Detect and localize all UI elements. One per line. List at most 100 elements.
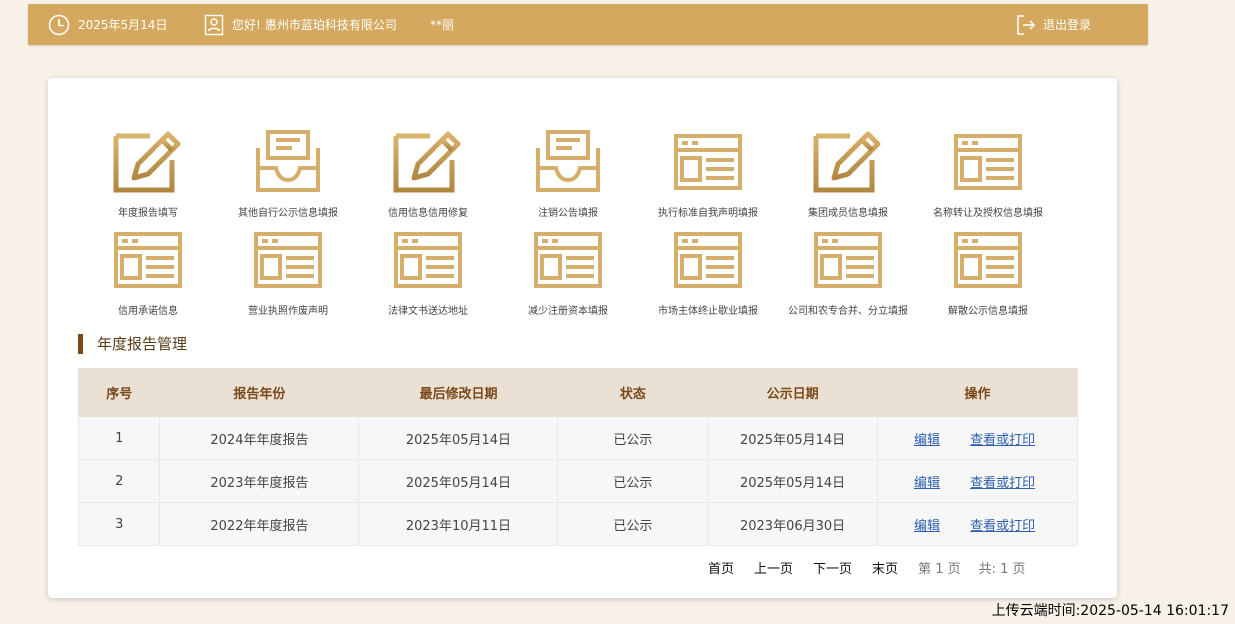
column-header: 序号 (77, 368, 161, 417)
form-icon (498, 226, 638, 292)
menu-tile[interactable]: 市场主体终止歇业填报 (638, 226, 778, 324)
view-print-link[interactable]: 查看或打印 (970, 433, 1035, 448)
menu-tile-label: 法律文书送达地址 (388, 306, 468, 317)
company-name: 惠州市蓝珀科技有限公司 (264, 18, 397, 32)
current-page-info: 第 1 页 (918, 562, 961, 577)
menu-tile[interactable]: 信用承诺信息 (78, 226, 218, 324)
service-menu-grid: 年度报告填写 其他自行公示信息填报 信用信息信用修复 注销公告填报 执行标准自我声明填报… (78, 128, 1088, 324)
user-greeting: 您好! 惠州市蓝珀科技有限公司 (204, 4, 397, 45)
report-year: 2024年年度报告 (159, 416, 360, 460)
status: 已公示 (557, 502, 709, 546)
menu-tile[interactable]: 减少注册资本填报 (498, 226, 638, 324)
last-page-button[interactable]: 末页 (872, 558, 898, 577)
menu-tile[interactable]: 公司和农专合并、分立填报 (778, 226, 918, 324)
publish-date: 2025年05月14日 (707, 459, 878, 503)
form-icon (778, 226, 918, 292)
table-row: 2 2023年年度报告 2025年05月14日 已公示 2025年05月14日 … (77, 459, 1079, 503)
edit-link[interactable]: 编辑 (914, 433, 940, 448)
form-icon (218, 226, 358, 292)
menu-tile[interactable]: 年度报告填写 (78, 128, 218, 226)
current-date: 2025年5月14日 (78, 18, 168, 32)
top-header-bar: 2025年5月14日 您好! 惠州市蓝珀科技有限公司 **丽 退出登录 (28, 4, 1148, 45)
menu-tile[interactable]: 营业执照作废声明 (218, 226, 358, 324)
next-page-button[interactable]: 下一页 (813, 558, 852, 577)
form-icon (78, 226, 218, 292)
edit-icon (778, 128, 918, 194)
view-print-link[interactable]: 查看或打印 (970, 476, 1035, 491)
menu-tile[interactable]: 集团成员信息填报 (778, 128, 918, 226)
first-page-button[interactable]: 首页 (708, 558, 734, 577)
menu-tile-label: 减少注册资本填报 (528, 306, 608, 317)
form-icon (918, 226, 1058, 292)
row-number: 1 (77, 416, 161, 460)
date-display: 2025年5月14日 (48, 4, 167, 45)
user-masked-name: **丽 (430, 18, 455, 32)
section-title: 年度报告管理 (78, 334, 187, 354)
menu-tile[interactable]: 执行标准自我声明填报 (638, 128, 778, 226)
tray-icon (218, 128, 358, 194)
menu-tile-label: 名称转让及授权信息填报 (933, 208, 1043, 219)
menu-tile-label: 营业执照作废声明 (248, 306, 328, 317)
menu-tile-label: 其他自行公示信息填报 (238, 208, 338, 219)
status: 已公示 (557, 459, 709, 503)
operations-cell: 编辑 查看或打印 (876, 459, 1079, 503)
modified-date: 2023年10月11日 (358, 502, 559, 546)
user-badge-icon (204, 14, 232, 36)
operations-cell: 编辑 查看或打印 (876, 502, 1079, 546)
upload-time-stamp: 上传云端时间:2025-05-14 16:01:17 (991, 603, 1229, 619)
menu-tile-label: 信用信息信用修复 (388, 208, 468, 219)
column-header: 最后修改日期 (358, 368, 559, 417)
menu-tile-label: 解散公示信息填报 (948, 306, 1028, 317)
report-year: 2022年年度报告 (159, 502, 360, 546)
table-header-row: 序号 报告年份 最后修改日期 状态 公示日期 操作 (77, 368, 1079, 417)
edit-icon (358, 128, 498, 194)
tray-icon (498, 128, 638, 194)
annual-report-table: 序号 报告年份 最后修改日期 状态 公示日期 操作 1 2024年年度报告 20… (77, 368, 1079, 546)
menu-tile-label: 年度报告填写 (118, 208, 178, 219)
logout-button[interactable]: 退出登录 (1016, 4, 1091, 45)
menu-tile-label: 注销公告填报 (538, 208, 598, 219)
total-pages-info: 共: 1 页 (978, 562, 1026, 577)
row-number: 2 (77, 459, 161, 503)
pagination: 首页 上一页 下一页 末页 第 1 页 共: 1 页 (708, 558, 1044, 577)
modified-date: 2025年05月14日 (358, 459, 559, 503)
menu-tile[interactable]: 法律文书送达地址 (358, 226, 498, 324)
menu-tile-label: 集团成员信息填报 (808, 208, 888, 219)
form-icon (918, 128, 1058, 194)
menu-tile[interactable]: 其他自行公示信息填报 (218, 128, 358, 226)
menu-tile-label: 市场主体终止歇业填报 (658, 306, 758, 317)
column-header: 报告年份 (159, 368, 360, 417)
edit-link[interactable]: 编辑 (914, 476, 940, 491)
row-number: 3 (77, 502, 161, 546)
report-year: 2023年年度报告 (159, 459, 360, 503)
clock-icon (48, 14, 78, 36)
menu-tile-label: 执行标准自我声明填报 (658, 208, 758, 219)
form-icon (638, 226, 778, 292)
status: 已公示 (557, 416, 709, 460)
edit-icon (78, 128, 218, 194)
form-icon (358, 226, 498, 292)
view-print-link[interactable]: 查看或打印 (970, 519, 1035, 534)
prev-page-button[interactable]: 上一页 (754, 558, 793, 577)
menu-tile[interactable]: 解散公示信息填报 (918, 226, 1058, 324)
operations-cell: 编辑 查看或打印 (876, 416, 1079, 460)
column-header: 操作 (876, 368, 1079, 417)
menu-tile[interactable]: 注销公告填报 (498, 128, 638, 226)
column-header: 公示日期 (707, 368, 878, 417)
publish-date: 2025年05月14日 (707, 416, 878, 460)
form-icon (638, 128, 778, 194)
main-card: 年度报告填写 其他自行公示信息填报 信用信息信用修复 注销公告填报 执行标准自我声明填报… (48, 78, 1117, 598)
menu-tile-label: 公司和农专合并、分立填报 (788, 306, 908, 317)
logout-label: 退出登录 (1043, 18, 1092, 32)
greeting-text: 您好! (232, 18, 261, 32)
column-header: 状态 (557, 368, 709, 417)
table-row: 3 2022年年度报告 2023年10月11日 已公示 2023年06月30日 … (77, 502, 1079, 546)
modified-date: 2025年05月14日 (358, 416, 559, 460)
menu-tile-label: 信用承诺信息 (118, 306, 178, 317)
menu-tile[interactable]: 名称转让及授权信息填报 (918, 128, 1058, 226)
table-row: 1 2024年年度报告 2025年05月14日 已公示 2025年05月14日 … (77, 416, 1079, 460)
menu-tile[interactable]: 信用信息信用修复 (358, 128, 498, 226)
logout-icon (1016, 14, 1043, 36)
publish-date: 2023年06月30日 (707, 502, 878, 546)
edit-link[interactable]: 编辑 (914, 519, 940, 534)
